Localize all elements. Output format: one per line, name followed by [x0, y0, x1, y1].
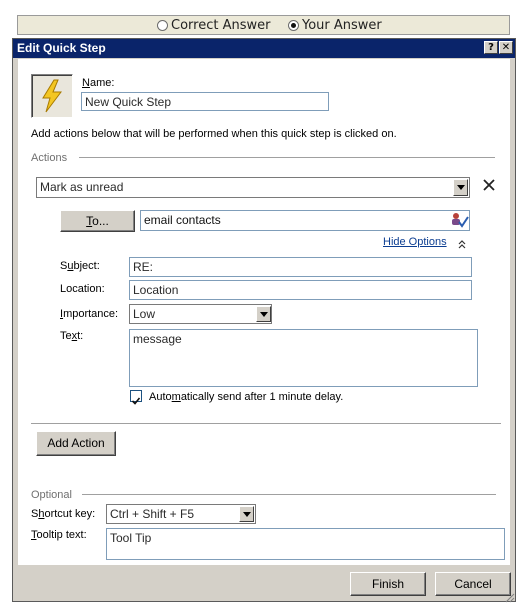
- optional-divider: [82, 494, 496, 495]
- help-button[interactable]: ?: [484, 41, 498, 54]
- resize-grip-icon[interactable]: [503, 588, 515, 603]
- actions-bottom-divider: [31, 423, 501, 424]
- text-label: Text:: [60, 330, 84, 342]
- your-answer-radio[interactable]: Your Answer: [288, 18, 382, 33]
- radio-selected-icon: [288, 20, 299, 31]
- location-input[interactable]: Location: [129, 280, 472, 300]
- checkmark-icon: [131, 397, 141, 405]
- shortcut-dropdown[interactable]: Ctrl + Shift + F5: [106, 504, 256, 524]
- optional-section-label: Optional: [31, 489, 72, 501]
- quick-step-icon-button[interactable]: [31, 74, 73, 118]
- importance-value: Low: [133, 307, 156, 321]
- text-input[interactable]: message: [129, 329, 478, 387]
- name-input[interactable]: New Quick Step: [81, 92, 329, 111]
- close-button[interactable]: ✕: [499, 41, 513, 54]
- auto-send-checkbox[interactable]: [130, 390, 142, 405]
- radio-icon: [157, 20, 168, 31]
- check-names-icon[interactable]: [449, 211, 469, 229]
- to-recipient-input[interactable]: email contacts: [140, 210, 470, 231]
- collapse-icon[interactable]: [457, 236, 467, 249]
- dialog-titlebar: Edit Quick Step ? ✕: [13, 39, 515, 58]
- chevron-down-icon[interactable]: [453, 179, 468, 196]
- tooltip-label: Tooltip text:: [31, 529, 87, 541]
- dialog-title: Edit Quick Step: [17, 41, 106, 55]
- auto-send-label: Automatically send after 1 minute delay.: [149, 391, 344, 403]
- actions-divider: [79, 157, 495, 158]
- chevron-down-icon[interactable]: [239, 506, 254, 522]
- remove-action-icon[interactable]: [481, 177, 497, 193]
- shortcut-label: Shortcut key:: [31, 508, 96, 520]
- to-button[interactable]: To...: [60, 210, 135, 232]
- importance-dropdown[interactable]: Low: [129, 304, 272, 324]
- correct-answer-radio[interactable]: Correct Answer: [157, 18, 270, 33]
- action-dropdown-value: Mark as unread: [40, 180, 124, 194]
- hide-options-link[interactable]: Hide Options: [383, 236, 447, 248]
- shortcut-value: Ctrl + Shift + F5: [110, 507, 195, 521]
- cancel-button[interactable]: Cancel: [435, 572, 511, 596]
- subject-label: Subject:: [60, 260, 100, 272]
- finish-button[interactable]: Finish: [350, 572, 426, 596]
- instructions-text: Add actions below that will be performed…: [31, 128, 397, 140]
- your-answer-label: Your Answer: [302, 18, 382, 33]
- chevron-down-icon[interactable]: [256, 306, 271, 322]
- correct-answer-label: Correct Answer: [171, 18, 271, 33]
- answer-toggle-bar: Correct Answer Your Answer: [17, 15, 510, 35]
- lightning-icon: [42, 79, 62, 113]
- name-label: Name:: [82, 77, 115, 89]
- importance-label: Importance:: [60, 308, 119, 320]
- location-label: Location:: [60, 283, 105, 295]
- actions-section-label: Actions: [31, 152, 68, 164]
- add-action-button[interactable]: Add Action: [36, 431, 116, 456]
- subject-input[interactable]: RE:: [129, 257, 472, 277]
- action-dropdown[interactable]: Mark as unread: [36, 177, 470, 198]
- tooltip-input[interactable]: Tool Tip: [106, 528, 505, 560]
